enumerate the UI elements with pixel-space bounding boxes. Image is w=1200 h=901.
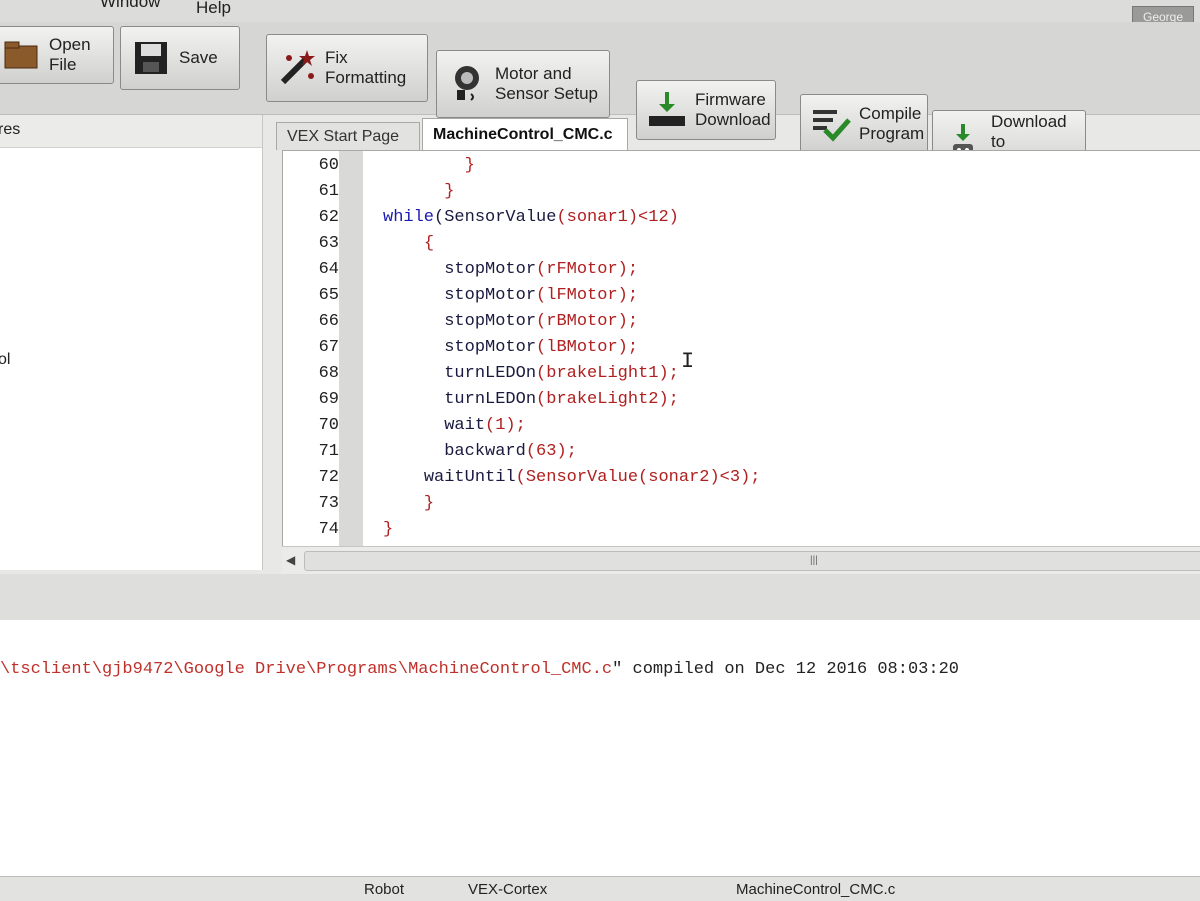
code-function: (SensorValue [434,208,557,227]
grip-icon: ||| [810,555,818,566]
floppy-disk-icon [131,38,171,78]
code-line[interactable]: { [383,231,1183,257]
code-arguments: } [464,156,475,175]
open-file-label: Open File [49,35,91,74]
line-number: 60 [318,156,339,175]
scrollbar-thumb[interactable]: ||| [304,551,1200,571]
code-line[interactable]: } [383,179,1183,205]
code-arguments: (1); [485,416,526,435]
status-platform: VEX-Cortex [468,881,548,898]
line-number: 71 [318,442,339,461]
code-function: backward [444,442,526,461]
code-function: stopMotor [444,260,537,279]
code-arguments: (lBMotor); [536,338,639,357]
code-arguments: { [423,234,435,253]
line-number-gutter: 60 61 62 63 64 65 66 67 68 69 70 71 72 7… [283,151,339,547]
code-function: turnLEDOn [444,390,537,409]
motor-sensor-setup-button[interactable]: Motor and Sensor Setup [436,50,610,118]
code-arguments: (sonar1)<12) [556,208,679,227]
line-number: 73 [318,494,339,513]
tab-vex-start-page[interactable]: VEX Start Page [276,122,420,150]
open-file-button[interactable]: Open File [0,26,114,84]
horizontal-scrollbar[interactable]: ◀ ||| [282,546,1200,575]
magic-wand-icon [277,48,317,88]
code-line[interactable]: } [383,153,1183,179]
line-number: 66 [318,312,339,331]
line-number: 61 [318,182,339,201]
menu-window[interactable]: Window [100,0,160,12]
code-function: wait [444,416,486,435]
code-arguments: (lFMotor); [536,286,639,305]
code-keyword: while [383,208,435,227]
save-label: Save [179,48,218,67]
left-panel-item[interactable]: ol [0,351,10,369]
line-number: 64 [318,260,339,279]
line-number: 74 [318,520,339,539]
status-file: MachineControl_CMC.c [736,881,896,898]
toolbar: Open File Save Fix Formatting Motor and … [0,22,1200,174]
code-function: stopMotor [444,286,537,305]
left-panel: res ol [0,115,263,570]
fix-formatting-button[interactable]: Fix Formatting [266,34,428,102]
line-number: 68 [318,364,339,383]
code-line[interactable]: backward(63); [383,439,1183,465]
code-function: turnLEDOn [444,364,537,383]
code-line[interactable]: stopMotor(rBMotor); [383,309,1183,335]
tab-machinecontrol-cmc[interactable]: MachineControl_CMC.c [422,118,628,150]
line-number: 63 [318,234,339,253]
code-line[interactable]: } [383,517,1183,543]
code-arguments: (rFMotor); [536,260,639,279]
code-arguments: } [423,494,435,513]
line-number: 65 [318,286,339,305]
motor-sensor-icon [447,64,487,104]
compile-timestamp-text: " compiled on Dec 12 2016 08:03:20 [612,660,959,679]
status-robot: Robot [364,881,405,898]
status-bar: Robot VEX-Cortex MachineControl_CMC.c [0,876,1200,901]
line-number: 69 [318,390,339,409]
scroll-left-arrow-icon[interactable]: ◀ [286,553,295,567]
folder-icon [1,35,41,75]
code-line[interactable]: waitUntil(SensorValue(sonar2)<3); [383,465,1183,491]
panel-splitter[interactable] [0,574,1200,621]
code-arguments: (brakeLight1); [536,364,679,383]
menu-help[interactable]: Help [196,0,231,18]
code-line[interactable]: while(SensorValue(sonar1)<12) [383,205,1183,231]
line-number: 67 [318,338,339,357]
code-arguments: } [444,182,455,201]
code-line[interactable]: } [383,491,1183,517]
menu-bar: Window Help George [0,0,1200,28]
code-arguments: (rBMotor); [536,312,639,331]
code-function: waitUntil [423,468,516,487]
line-number: 72 [318,468,339,487]
compile-message: \tsclient\gjb9472\Google Drive\Programs\… [0,660,959,679]
fix-formatting-label: Fix Formatting [325,48,407,87]
compiler-output-panel: \tsclient\gjb9472\Google Drive\Programs\… [0,620,1200,876]
code-function: stopMotor [444,312,537,331]
code-arguments: (brakeLight2); [536,390,679,409]
left-panel-header: res [0,115,262,148]
code-line[interactable]: turnLEDOn(brakeLight1); [383,361,1183,387]
save-button[interactable]: Save [120,26,240,90]
code-arguments: } [383,520,394,539]
code-line[interactable]: stopMotor(lFMotor); [383,283,1183,309]
compile-file-path: \tsclient\gjb9472\Google Drive\Programs\… [0,660,613,679]
left-panel-header-label: res [0,121,21,138]
code-line[interactable]: stopMotor(rFMotor); [383,257,1183,283]
motor-sensor-setup-label: Motor and Sensor Setup [495,64,599,103]
code-editor[interactable]: 60 61 62 63 64 65 66 67 68 69 70 71 72 7… [282,150,1200,548]
text-cursor-icon: I [681,349,695,374]
line-number: 70 [318,416,339,435]
code-line[interactable]: turnLEDOn(brakeLight2); [383,387,1183,413]
code-arguments: (63); [525,442,577,461]
fold-margin[interactable] [339,151,363,547]
code-area[interactable]: } } while(SensorValue(sonar1)<12) { stopM… [363,151,1200,547]
line-number: 62 [318,208,339,227]
code-line[interactable]: wait(1); [383,413,1183,439]
code-function: stopMotor [444,338,537,357]
code-line[interactable]: stopMotor(lBMotor); [383,335,1183,361]
editor-tabs: VEX Start Page MachineControl_CMC.c [272,118,1200,152]
code-arguments: (SensorValue(sonar2)<3); [515,468,761,487]
